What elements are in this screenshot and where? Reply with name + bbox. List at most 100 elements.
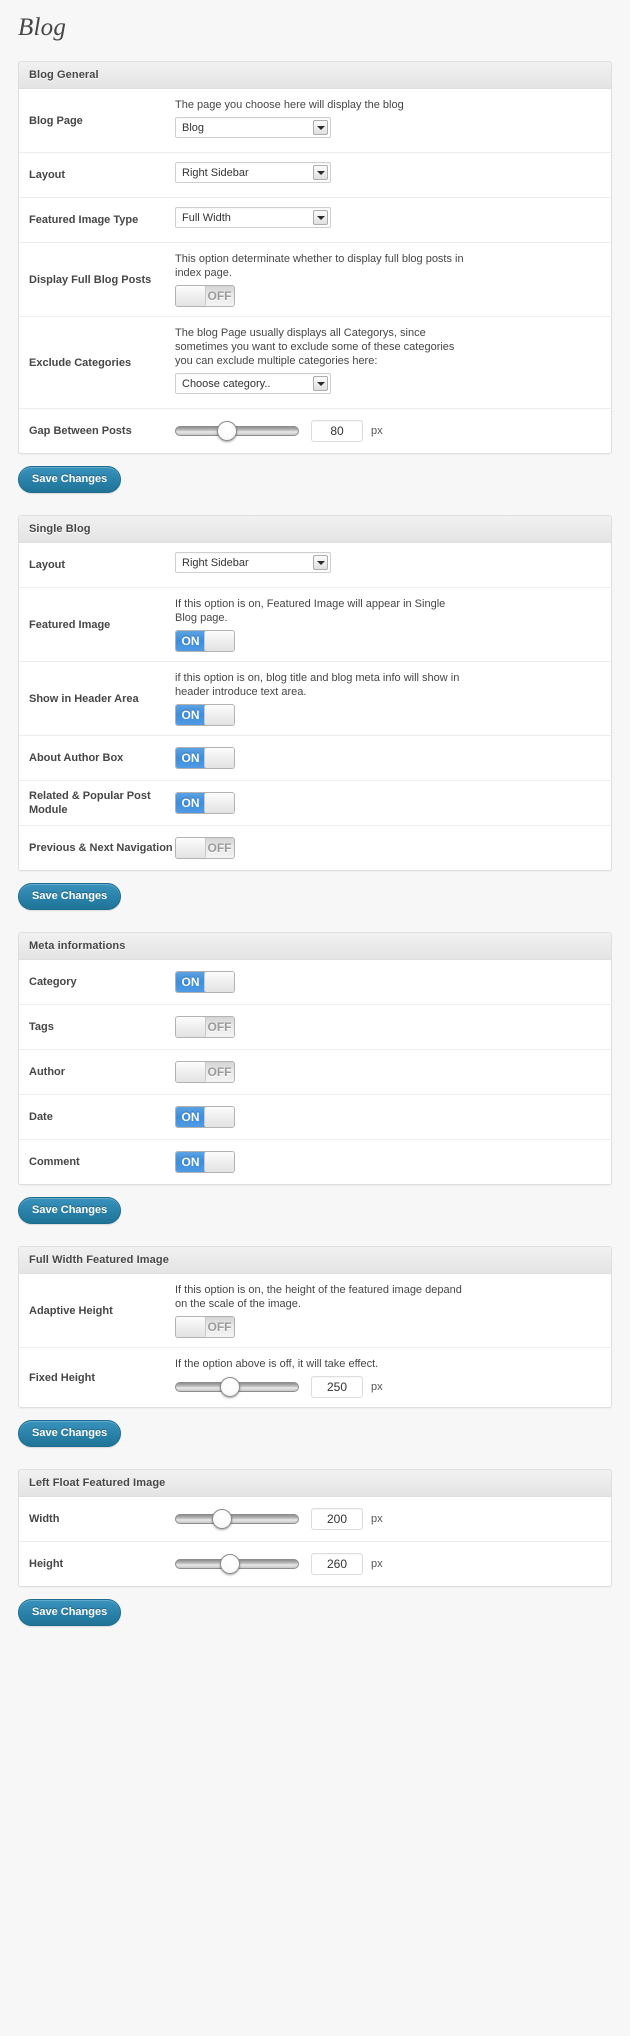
toggle-state-label: ON	[176, 631, 206, 651]
slider-value-input[interactable]: 200	[311, 1508, 363, 1530]
settings-row: About Author Box ON	[19, 736, 611, 781]
select-value: Right Sidebar	[182, 557, 249, 569]
toggle-switch[interactable]: ON	[175, 704, 235, 726]
row-label: Previous & Next Navigation	[29, 842, 173, 854]
settings-row: Date ON	[19, 1095, 611, 1140]
toggle-knob[interactable]	[204, 705, 234, 725]
slider-value-input[interactable]: 80	[311, 420, 363, 442]
toggle-switch[interactable]: ON	[175, 792, 235, 814]
row-label: Gap Between Posts	[29, 425, 132, 437]
select-dropdown[interactable]: Right Sidebar	[175, 552, 331, 573]
slider-track[interactable]	[175, 421, 299, 441]
chevron-down-icon[interactable]	[313, 376, 328, 391]
settings-row: Display Full Blog Posts This option deter…	[19, 243, 611, 317]
toggle-state-label: ON	[176, 1152, 206, 1172]
toggle-switch[interactable]: ON	[175, 630, 235, 652]
select-dropdown[interactable]: Full Width	[175, 207, 331, 228]
chevron-down-icon[interactable]	[313, 210, 328, 225]
chevron-down-icon[interactable]	[313, 555, 328, 570]
row-label: Blog Page	[29, 114, 83, 127]
row-label: Layout	[29, 559, 66, 571]
row-label: Featured Image	[29, 618, 111, 631]
chevron-down-icon[interactable]	[313, 165, 328, 180]
settings-row: Category ON	[19, 960, 611, 1005]
slider-track[interactable]	[175, 1509, 299, 1529]
row-label: Display Full Blog Posts	[29, 273, 152, 286]
toggle-switch[interactable]: ON	[175, 1151, 235, 1173]
slider-value-input[interactable]: 250	[311, 1376, 363, 1398]
row-label: Exclude Categories	[29, 356, 132, 369]
toggle-knob[interactable]	[176, 1317, 206, 1337]
toggle-knob[interactable]	[204, 793, 234, 813]
row-control: ON	[175, 1097, 611, 1137]
slider-handle[interactable]	[219, 1554, 240, 1574]
row-control: The page you choose here will display th…	[175, 89, 611, 152]
toggle-knob[interactable]	[204, 748, 234, 768]
settings-row: Featured Image Type Full Width	[19, 198, 611, 243]
save-changes-button[interactable]: Save Changes	[18, 883, 122, 910]
toggle-knob[interactable]	[176, 286, 206, 306]
toggle-knob[interactable]	[204, 1107, 234, 1127]
toggle-switch[interactable]: OFF	[175, 1316, 235, 1338]
select-value: Blog	[182, 122, 205, 134]
chevron-down-icon[interactable]	[313, 120, 328, 135]
row-control: OFF	[175, 1052, 611, 1092]
row-control: if this option is on, blog title and blo…	[175, 662, 611, 735]
page-title: Blog	[18, 14, 67, 41]
toggle-switch[interactable]: ON	[175, 971, 235, 993]
section-single-blog: Single Blog Layout Right Sidebar Featured I…	[0, 493, 630, 910]
save-changes-button[interactable]: Save Changes	[18, 1420, 122, 1447]
panel-left-float-featured-image: Left Float Featured Image Width 200 px Heigh…	[18, 1469, 612, 1587]
slider-handle[interactable]	[212, 1509, 233, 1529]
row-control: If this option is on, Featured Image wil…	[175, 588, 611, 661]
toggle-knob[interactable]	[204, 631, 234, 651]
toggle-switch[interactable]: OFF	[175, 285, 235, 307]
save-changes-button[interactable]: Save Changes	[18, 1197, 122, 1224]
row-label: Featured Image Type	[29, 214, 139, 226]
slider-track[interactable]	[175, 1554, 299, 1574]
toggle-switch[interactable]: OFF	[175, 1061, 235, 1083]
row-label: Height	[29, 1558, 64, 1570]
save-changes-button[interactable]: Save Changes	[18, 1599, 122, 1626]
settings-row: Author OFF	[19, 1050, 611, 1095]
panel-header: Single Blog	[19, 516, 611, 543]
row-control: ON	[175, 783, 611, 823]
row-control: If the option above is off, it will take…	[175, 1348, 611, 1407]
panel-header: Full Width Featured Image	[19, 1247, 611, 1274]
blog-settings-page: Blog Blog General Blog Page The page you c…	[0, 0, 630, 2036]
row-control: ON	[175, 1142, 611, 1182]
select-dropdown[interactable]: Choose category..	[175, 373, 331, 394]
slider-track[interactable]	[175, 1377, 299, 1397]
row-control: If this option is on, the height of the …	[175, 1274, 611, 1347]
row-control: 200 px	[175, 1499, 611, 1539]
toggle-switch[interactable]: OFF	[175, 1016, 235, 1038]
toggle-knob[interactable]	[176, 838, 206, 858]
slider-handle[interactable]	[217, 421, 238, 441]
select-dropdown[interactable]: Right Sidebar	[175, 162, 331, 183]
toggle-switch[interactable]: OFF	[175, 837, 235, 859]
toggle-knob[interactable]	[204, 972, 234, 992]
toggle-state-label: ON	[176, 748, 206, 768]
slider-value-input[interactable]: 260	[311, 1553, 363, 1575]
row-label: Author	[29, 1066, 66, 1078]
select-dropdown[interactable]: Blog	[175, 117, 331, 138]
toggle-state-label: ON	[176, 705, 206, 725]
toggle-knob[interactable]	[176, 1017, 206, 1037]
toggle-knob[interactable]	[204, 1152, 234, 1172]
toggle-switch[interactable]: ON	[175, 1106, 235, 1128]
settings-sections: Blog General Blog Page The page you choose…	[0, 42, 630, 1626]
settings-row: Exclude Categories The blog Page usually …	[19, 317, 611, 409]
row-label: Show in Header Area	[29, 692, 139, 705]
slider-handle[interactable]	[219, 1377, 240, 1397]
save-changes-button[interactable]: Save Changes	[18, 466, 122, 493]
toggle-knob[interactable]	[176, 1062, 206, 1082]
row-label: Related & Popular Post Module	[29, 790, 151, 816]
row-control: 260 px	[175, 1544, 611, 1584]
panel-meta-informations: Meta informations Category ON Tags OFF Author…	[18, 932, 612, 1185]
row-control: ON	[175, 738, 611, 778]
row-control: OFF	[175, 828, 611, 868]
row-control: Right Sidebar	[175, 543, 611, 587]
toggle-switch[interactable]: ON	[175, 747, 235, 769]
